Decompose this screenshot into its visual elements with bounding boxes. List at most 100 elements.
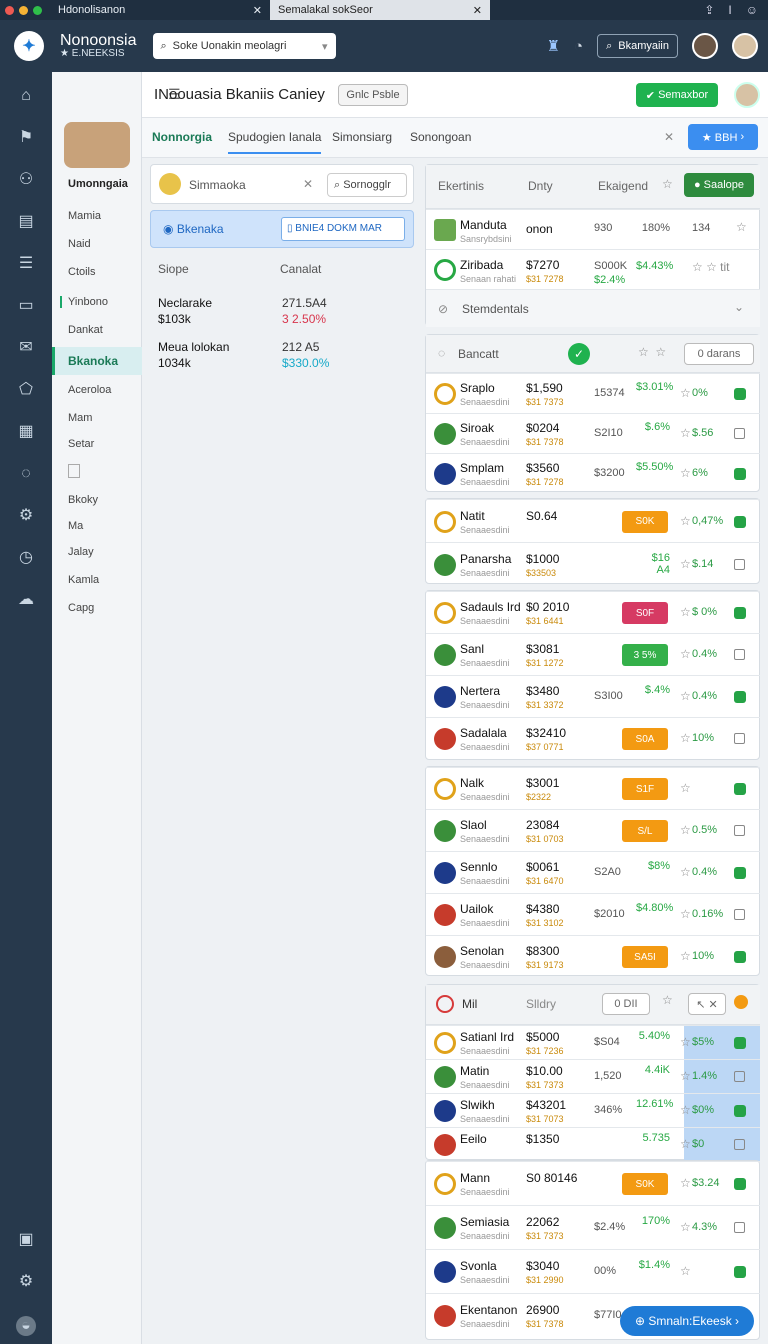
sidebar-item[interactable]: Setar (68, 438, 94, 450)
checked-box[interactable] (734, 515, 746, 528)
check-icon[interactable]: ✓ (568, 343, 590, 365)
chip-right[interactable]: ▯ BNIE4 DOKM MAR (281, 217, 405, 241)
chat-icon[interactable]: ◔ (574, 38, 583, 55)
tag-icon[interactable]: ⬠ (16, 380, 36, 400)
checkbox[interactable] (734, 428, 745, 439)
checkbox[interactable] (734, 558, 745, 570)
table-row[interactable]: Smplam Senaaesdini $3560 $31 7278 $3200 $5.50… (426, 453, 760, 493)
sidebar-item[interactable]: Dankat (68, 324, 103, 336)
account-button[interactable]: ⌕ Bkamyaiin (597, 34, 678, 58)
sidebar-item[interactable]: Yinbono (60, 296, 108, 308)
checked-box[interactable] (734, 951, 746, 963)
table-row[interactable]: Svonla Senaaesdini $3040 $31 2990 00% $1.4% ☆ (426, 1249, 760, 1293)
filter-search-input[interactable]: ⌕ Sornogglr (327, 173, 407, 197)
sidebar-item[interactable]: Mam (68, 412, 92, 424)
status-pill[interactable]: S0K (622, 1173, 668, 1195)
profile-icon[interactable]: ☺ (746, 3, 758, 17)
table-row[interactable]: Sanl Senaaesdini $3081 $31 1272 3 5% ☆ 0.4% (426, 633, 760, 675)
table-row[interactable]: Semiasia Senaaesdini 22062 $31 7373 $2.4% 170… (426, 1205, 760, 1249)
star-icon[interactable]: ☆ (680, 1035, 691, 1049)
sidebar-item-active[interactable]: Bkanoka (52, 347, 142, 375)
table-row[interactable]: Senolan Senaaesdini $8300 $31 9173 SA5I ☆ 10% (426, 935, 760, 977)
table-row[interactable]: Manduta Sansrybdsini onon 930 180% 134 ☆ (426, 209, 760, 249)
star-icon[interactable]: ☆ (680, 466, 691, 480)
maximize-window-icon[interactable] (33, 5, 42, 15)
checked-box[interactable] (734, 691, 746, 703)
new-button[interactable]: ★ BBH › (688, 124, 758, 150)
table-row[interactable]: Sadalala Senaaesdini $32410 $37 0771 S0A ☆ 10% (426, 717, 760, 759)
table-row[interactable]: Panarsha Senaaesdini $1000 $33503 $16 A4 ☆ $.1… (426, 542, 760, 585)
home-icon[interactable]: ⌂ (16, 86, 36, 106)
table-row[interactable]: Nertera Senaaesdini $3480 $31 3372 S3I00 $.4%… (426, 675, 760, 717)
table-row[interactable]: Matin Senaaesdini $10.00 $31 7373 1,520 4.4iK… (426, 1059, 760, 1093)
folder-icon[interactable]: ▭ (16, 296, 36, 316)
star-icon[interactable]: ☆ (736, 220, 747, 234)
star-icon[interactable]: ☆ (662, 177, 673, 191)
star-icon[interactable]: ☆ ☆ (638, 345, 666, 359)
avatar[interactable] (732, 33, 758, 59)
layout-icon[interactable]: ▤ (16, 212, 36, 232)
status-pill[interactable]: S0A (622, 728, 668, 750)
flag-icon[interactable]: ⚑ (16, 128, 36, 148)
save-button[interactable]: ● Saalope (684, 173, 754, 197)
sidebar-item[interactable]: Kamla (68, 574, 99, 586)
star-icon[interactable]: ☆ (680, 1264, 691, 1278)
tab-item[interactable]: Nonnorgia (152, 130, 212, 144)
doc-icon[interactable] (68, 464, 80, 478)
mail-icon[interactable]: ✉ (16, 338, 36, 358)
clock-icon[interactable]: ◷ (16, 548, 36, 568)
table-row[interactable]: Sennlo Senaaesdini $0061 $31 6470 S2A0 $8% ☆ 0.… (426, 851, 760, 893)
checked-box[interactable] (734, 867, 746, 879)
sidebar-item[interactable]: Mamia (68, 210, 101, 222)
sidebar-item[interactable]: Ctoils (68, 266, 96, 278)
floating-action-button[interactable]: ⊕ Smnaln:Ekeesk › (620, 1306, 754, 1336)
checkbox[interactable] (734, 733, 745, 744)
sort-button[interactable]: ↖ ✕ (688, 993, 726, 1015)
browser-tab[interactable]: Hdonolisanon ✕ (50, 0, 270, 20)
table-row[interactable]: Slwikh Senaaesdini $43201 $31 7073 346% 12.61… (426, 1093, 760, 1127)
star-icon[interactable]: ☆ (662, 993, 673, 1007)
close-icon[interactable]: ✕ (253, 4, 262, 17)
share-icon[interactable]: ⇪ (704, 3, 714, 17)
table-row[interactable]: Sraplo Senaaesdini $1,590 $31 7373 15374 $3.0… (426, 373, 760, 413)
avatar[interactable] (734, 82, 760, 108)
cloud-icon[interactable]: ☁ (16, 590, 36, 610)
star-icon[interactable]: ☆ (680, 1176, 691, 1190)
clear-icon[interactable]: ✕ (303, 177, 313, 191)
star-icon[interactable]: ☆ (680, 1103, 691, 1117)
star-icon[interactable]: ☆ (680, 514, 691, 528)
status-pill[interactable]: 3 5% (622, 644, 668, 666)
checkbox[interactable] (734, 825, 745, 836)
gear-icon[interactable]: ⚙ (16, 506, 36, 526)
info-icon[interactable]: I (728, 3, 731, 17)
calendar-icon[interactable]: ▣ (16, 1230, 36, 1250)
minimize-window-icon[interactable] (19, 5, 28, 15)
settings-icon[interactable]: ⚙ (16, 1272, 36, 1292)
sidebar-item[interactable]: Jalay (68, 546, 94, 558)
star-icon[interactable]: ☆ (680, 605, 691, 619)
tab-item[interactable]: Sonongoan (410, 130, 471, 144)
star-icon[interactable]: ☆ (680, 1137, 691, 1151)
users-icon[interactable]: ⚇ (16, 170, 36, 190)
avatar[interactable] (692, 33, 718, 59)
group-button[interactable]: 0 DII (602, 993, 650, 1015)
star-icon[interactable]: ☆ (680, 823, 691, 837)
checked-box[interactable] (734, 783, 746, 795)
checkbox[interactable] (734, 1139, 745, 1150)
checked-box[interactable] (734, 1037, 746, 1049)
star-icon[interactable]: ☆ (680, 647, 691, 661)
status-pill[interactable]: S1F (622, 778, 668, 800)
status-chip[interactable]: Gnlc Psble (338, 84, 408, 106)
star-icon[interactable]: ☆ (680, 865, 691, 879)
status-pill[interactable]: SA5I (622, 946, 668, 968)
checkbox[interactable] (734, 1071, 745, 1082)
star-icon[interactable]: ☆ (680, 731, 691, 745)
sidebar-item[interactable]: Capg (68, 602, 94, 614)
chip-left[interactable]: ◉ Bkenaka (163, 222, 224, 236)
table-row[interactable]: Siroak Senaaesdini $0204 $31 7378 S2I10 $.6% ☆… (426, 413, 760, 453)
sidebar-item[interactable]: Naid (68, 238, 91, 250)
status-pill[interactable]: S/L (622, 820, 668, 842)
star-icon[interactable]: ☆ (680, 386, 691, 400)
star-icon[interactable]: ☆ (680, 1069, 691, 1083)
primary-action-button[interactable]: ✔ Semaxbor (636, 83, 718, 107)
